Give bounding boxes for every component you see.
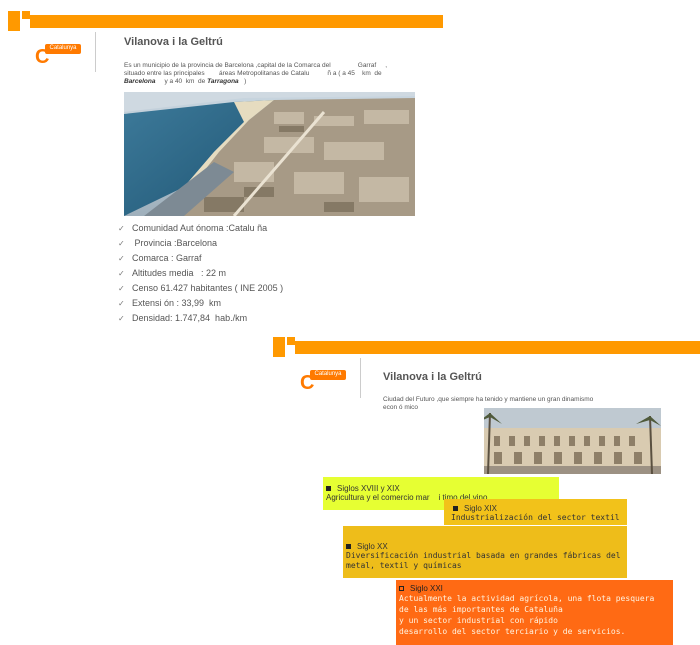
square-bullet-icon [453,506,458,512]
history-line: Actualmente la actividad agrícola, una f… [399,594,655,603]
history-box-3: Siglo XX Diversificación industrial basa… [343,526,627,578]
check-icon: ✓ [118,269,125,278]
fact-text: Densidad: 1.747,84 hab./km [132,313,248,323]
slide1-city-tarragona: Tarragona [207,78,239,85]
fact-text: Altitudes media : 22 m [132,268,227,278]
history-text: Actualmente la actividad agrícola, una f… [399,593,670,637]
slide1-intro-mid: y a 40 km de [155,78,206,85]
fact-text: Extensi ón : 33,99 km [132,298,222,308]
fact-text: Provincia :Barcelona [132,238,218,248]
history-text: Diversificación industrial basada en gra… [346,551,621,570]
slide1-divider [95,32,96,72]
checkbox-bullet-icon [399,586,404,592]
history-heading: Siglos XVIII y XIX [326,484,556,493]
slide2-corner-tab [287,337,295,345]
history-heading-text: Siglo XX [357,542,388,551]
history-heading: Siglo XXI [399,584,670,593]
slide1-intro-line1: Es un municipio de la provincia de Barce… [124,62,388,69]
slide2-logo-text: Catalunya [310,370,346,380]
fact-item: ✓ Comunidad Aut ónoma :Catalu ña [118,221,283,236]
history-heading: Siglo XIX [447,504,624,513]
fact-item: ✓ Densidad: 1.747,84 hab./km [118,311,283,326]
check-icon: ✓ [118,254,125,263]
slide2-divider [360,358,361,398]
fact-item: ✓ Extensi ón : 33,99 km [118,296,283,311]
check-icon: ✓ [118,239,125,248]
slide1-city-barcelona: Barcelona [124,78,156,85]
slide2-town-photo [484,408,661,474]
slide1-corner-tab [22,11,30,19]
fact-item: ✓ Altitudes media : 22 m [118,266,283,281]
history-text: Industrialización del sector textil [451,513,620,522]
slide1-logo: C Catalunya [35,40,85,70]
fact-text: Comarca : Garraf [132,253,202,263]
fact-text: Censo 61.427 habitantes ( INE 2005 ) [132,283,284,293]
square-bullet-icon [346,544,351,550]
slide1-top-bar [30,15,443,28]
square-bullet-icon [326,486,331,492]
check-icon: ✓ [118,299,125,308]
fact-item: ✓ Comarca : Garraf [118,251,283,266]
slide1-intro: Es un municipio de la provincia de Barce… [124,62,444,86]
slide1-intro-line3: Barcelona y a 40 km de Tarragona ) [124,78,444,86]
fact-item: ✓ Provincia :Barcelona [118,236,283,251]
slide2-top-bar [295,341,700,354]
slide2-title: Vilanova i la Geltrú [383,371,482,383]
slide2-intro-line1: Ciudad del Futuro ,que siempre ha tenido… [383,396,594,403]
history-heading-text: Siglo XIX [464,504,497,513]
slide1-aerial-photo [124,92,415,216]
history-box-2: Siglo XIX Industrialización del sector t… [444,499,627,525]
slide1-corner-block [8,11,20,31]
fact-item: ✓ Censo 61.427 habitantes ( INE 2005 ) [118,281,283,296]
history-line: de las más importantes de Cataluña [399,605,563,614]
slide2-corner-block [273,337,285,357]
history-heading: Siglo XX [346,542,624,551]
check-icon: ✓ [118,224,125,233]
check-icon: ✓ [118,314,125,323]
fact-text: Comunidad Aut ónoma :Catalu ña [132,223,268,233]
history-heading-text: Siglo XXI [410,584,443,593]
slide1-facts-list: ✓ Comunidad Aut ónoma :Catalu ña ✓ Provin… [118,221,283,326]
slide1-intro-end: ) [238,78,247,85]
history-line: y un sector industrial con rápido [399,616,558,625]
slide1-intro-line2: situado entre las principales áreas Metr… [124,70,382,77]
slide1-logo-text: Catalunya [45,44,81,54]
history-line: desarrollo del sector terciario y de ser… [399,627,626,636]
slide1-title: Vilanova i la Geltrú [124,36,223,48]
check-icon: ✓ [118,284,125,293]
history-heading-text: Siglos XVIII y XIX [337,484,400,493]
slide2-logo: C Catalunya [300,366,350,396]
history-box-4: Siglo XXI Actualmente la actividad agríc… [396,580,673,645]
